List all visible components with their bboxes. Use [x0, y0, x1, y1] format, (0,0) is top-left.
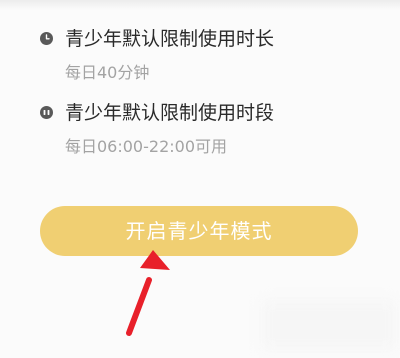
time-range-limit-title: 青少年默认限制使用时段 [65, 102, 275, 124]
duration-limit-value: 每日40分钟 [65, 63, 150, 82]
time-range-icon [40, 106, 53, 119]
blurred-watermark [262, 300, 396, 350]
red-arrow-annotation-icon [126, 250, 170, 336]
teen-mode-card: 青少年默认限制使用时长 每日40分钟 青少年默认限制使用时段 每日06:00-2… [0, 0, 400, 358]
top-shadow [0, 0, 400, 10]
duration-limit-title: 青少年默认限制使用时长 [65, 28, 275, 50]
time-range-limit-value: 每日06:00-22:00可用 [65, 137, 227, 156]
clock-icon [40, 32, 53, 45]
enable-teen-mode-button[interactable]: 开启青少年模式 [40, 206, 358, 256]
